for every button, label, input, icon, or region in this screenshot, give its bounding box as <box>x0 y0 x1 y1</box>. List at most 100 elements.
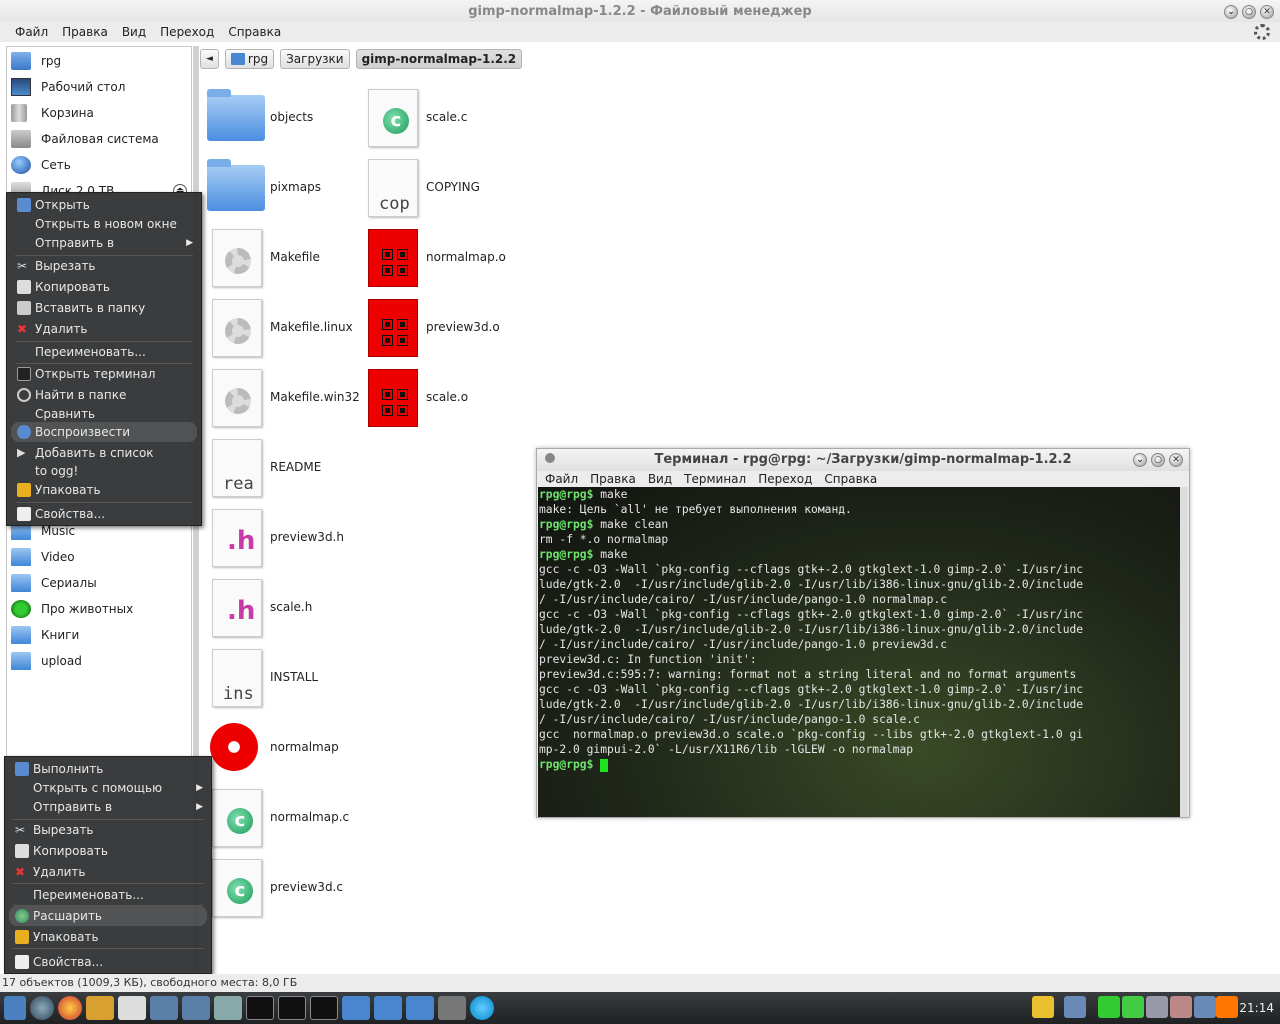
file-item-copying[interactable]: cop COPYING <box>360 154 480 220</box>
ctx-rename[interactable]: Переименовать... <box>9 885 207 905</box>
sidebar-item-desktop[interactable]: Рабочий стол <box>11 76 191 98</box>
terminal-output[interactable]: rpg@rpg$ make make: Цель `all' не требует… <box>538 487 1180 817</box>
skype-icon[interactable] <box>470 996 494 1020</box>
tray-network-icon[interactable] <box>1064 996 1086 1018</box>
folder-task-icon[interactable] <box>342 996 370 1020</box>
terminal-task-icon[interactable] <box>246 996 274 1020</box>
file-item-normalmap[interactable]: normalmap <box>204 714 339 780</box>
tray-icq-icon[interactable] <box>1098 996 1120 1018</box>
ctx-compare[interactable]: Сравнить <box>11 404 197 424</box>
tray-folder-icon[interactable] <box>1032 996 1054 1018</box>
terminal-menu-icon[interactable] <box>545 453 555 463</box>
sidebar-item-series[interactable]: Сериалы <box>11 572 191 594</box>
ctx-find-in-folder[interactable]: Найти в папке <box>11 385 197 405</box>
tray-display-icon[interactable] <box>1194 996 1216 1018</box>
window-task-icon[interactable] <box>150 996 178 1020</box>
window-task-icon[interactable] <box>182 996 210 1020</box>
ctx-add-to-list[interactable]: ▶ Добавить в список <box>11 443 197 463</box>
file-item-makefile-win32[interactable]: Makefile.win32 <box>204 364 360 430</box>
ctx-paste-into[interactable]: Вставить в папку <box>11 298 197 318</box>
sidebar-item-video[interactable]: Video <box>11 546 191 568</box>
file-item-normalmap-c[interactable]: c normalmap.c <box>204 784 349 850</box>
ctx-rename[interactable]: Переименовать... <box>11 342 197 362</box>
tray-update-icon[interactable] <box>1216 996 1238 1018</box>
breadcrumb-current[interactable]: gimp-normalmap-1.2.2 <box>355 49 523 69</box>
sidebar-item-animals[interactable]: Про животных <box>11 598 191 620</box>
sidebar-item-home[interactable]: rpg <box>11 50 191 72</box>
maximize-button[interactable]: ○ <box>1242 5 1256 19</box>
file-item-preview3d-o[interactable]: preview3d.o <box>360 294 500 360</box>
sidebar-item-books[interactable]: Книги <box>11 624 191 646</box>
settings-icon[interactable] <box>214 996 242 1020</box>
terminal-minimize-button[interactable]: ⌄ <box>1133 453 1147 467</box>
menu-file[interactable]: Файл <box>8 22 55 42</box>
file-item-normalmap-o[interactable]: normalmap.o <box>360 224 506 290</box>
sidebar-item-upload[interactable]: upload <box>11 650 191 672</box>
terminal-menu-view[interactable]: Вид <box>642 471 678 487</box>
ctx-copy[interactable]: Копировать <box>11 277 197 297</box>
sidebar-item-network[interactable]: Сеть <box>11 154 191 176</box>
terminal-menu-file[interactable]: Файл <box>539 471 584 487</box>
ctx-cut[interactable]: ✂ Вырезать <box>9 820 207 840</box>
ctx-open-terminal[interactable]: Открыть терминал <box>11 364 197 384</box>
ctx-open-new-window[interactable]: Открыть в новом окне <box>11 214 197 234</box>
terminal-maximize-button[interactable]: ○ <box>1151 453 1165 467</box>
menu-help[interactable]: Справка <box>221 22 288 42</box>
browser-icon[interactable] <box>30 996 54 1020</box>
terminal-window[interactable]: Терминал - rpg@rpg: ~/Загрузки/gimp-norm… <box>536 448 1190 818</box>
file-item-scale-h[interactable]: .h scale.h <box>204 574 312 640</box>
ctx-to-ogg[interactable]: to ogg! <box>11 461 197 481</box>
back-button[interactable]: ◄ <box>200 49 219 69</box>
ctx-copy[interactable]: Копировать <box>9 841 207 861</box>
breadcrumb-downloads[interactable]: Загрузки <box>280 49 350 69</box>
ctx-open-with[interactable]: Открыть с помощью ▶ <box>9 778 207 798</box>
sidebar-item-trash[interactable]: Корзина <box>11 102 191 124</box>
breadcrumb-home[interactable]: rpg <box>224 49 275 69</box>
ctx-cut[interactable]: ✂ Вырезать <box>11 256 197 276</box>
file-item-objects[interactable]: objects <box>204 84 313 150</box>
ctx-delete[interactable]: ✖ Удалить <box>9 862 207 882</box>
text-editor-icon[interactable] <box>118 996 146 1020</box>
ctx-send-to[interactable]: Отправить в ▶ <box>9 797 207 817</box>
menu-view[interactable]: Вид <box>115 22 153 42</box>
minimize-button[interactable]: ⌄ <box>1224 5 1238 19</box>
file-item-makefile[interactable]: Makefile <box>204 224 320 290</box>
messenger-icon[interactable] <box>86 996 114 1020</box>
ctx-delete[interactable]: ✖ Удалить <box>11 319 197 339</box>
file-item-pixmaps[interactable]: pixmaps <box>204 154 321 220</box>
sidebar-item-filesystem[interactable]: Файловая система <box>11 128 191 150</box>
ctx-properties[interactable]: Свойства... <box>9 952 207 972</box>
folder-task-icon[interactable] <box>406 996 434 1020</box>
terminal-menu-go[interactable]: Переход <box>752 471 818 487</box>
terminal-task-icon[interactable] <box>278 996 306 1020</box>
menu-go[interactable]: Переход <box>153 22 221 42</box>
terminal-task-icon[interactable] <box>310 996 338 1020</box>
terminal-close-button[interactable]: ✕ <box>1169 453 1183 467</box>
folder-task-icon[interactable] <box>374 996 402 1020</box>
ctx-open[interactable]: Открыть <box>11 195 197 215</box>
ctx-send-to[interactable]: Отправить в ▶ <box>11 233 197 253</box>
terminal-menu-help[interactable]: Справка <box>818 471 883 487</box>
file-item-install[interactable]: ins INSTALL <box>204 644 318 710</box>
close-button[interactable]: ✕ <box>1260 5 1274 19</box>
terminal-menu-edit[interactable]: Правка <box>584 471 642 487</box>
ctx-pack[interactable]: Упаковать <box>9 927 207 947</box>
file-item-scale-c[interactable]: c scale.c <box>360 84 467 150</box>
ctx-execute[interactable]: Выполнить <box>9 759 207 779</box>
terminal-scrollbar[interactable] <box>1180 487 1188 817</box>
installer-icon[interactable] <box>438 996 466 1020</box>
ctx-play[interactable]: Воспроизвести <box>11 422 197 442</box>
terminal-menu-terminal[interactable]: Терминал <box>678 471 752 487</box>
file-item-scale-o[interactable]: scale.o <box>360 364 468 430</box>
ctx-share[interactable]: Расшарить <box>9 906 207 926</box>
file-item-preview3d-h[interactable]: .h preview3d.h <box>204 504 344 570</box>
tray-check-icon[interactable] <box>1122 996 1144 1018</box>
chrome-icon[interactable] <box>58 996 82 1020</box>
menu-edit[interactable]: Правка <box>55 22 115 42</box>
file-item-preview3d-c[interactable]: c preview3d.c <box>204 854 343 920</box>
ctx-properties[interactable]: Свойства... <box>11 504 197 524</box>
tray-drive-icon[interactable] <box>1146 996 1168 1018</box>
ctx-pack[interactable]: Упаковать <box>11 480 197 500</box>
start-menu-icon[interactable] <box>4 996 26 1020</box>
tray-usb-icon[interactable] <box>1170 996 1192 1018</box>
